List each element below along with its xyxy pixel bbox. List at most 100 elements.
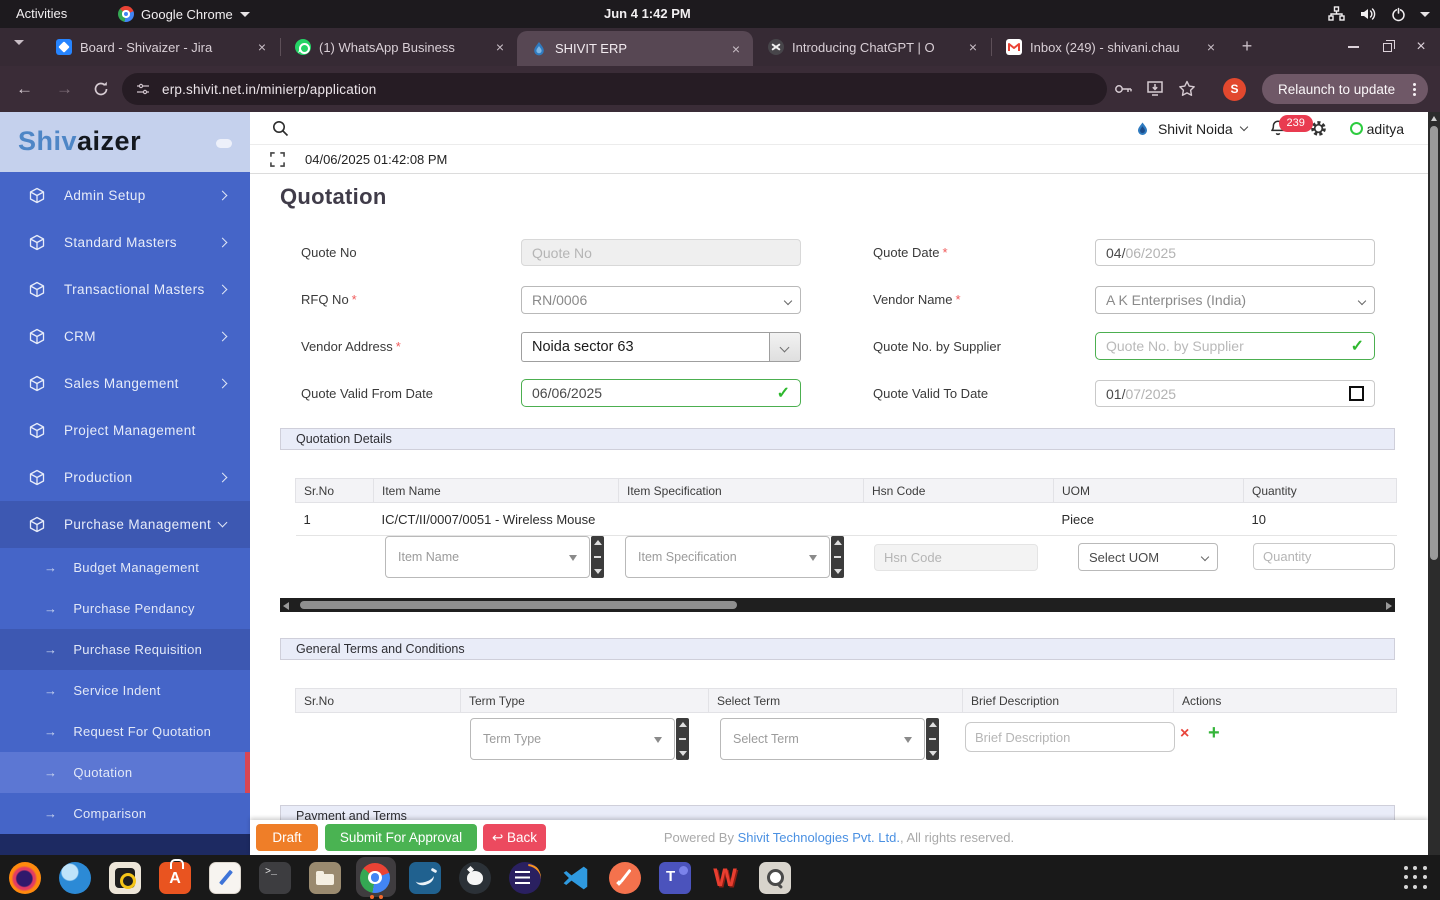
tab-shivit-erp-active[interactable]: SHIVIT ERP ×: [517, 31, 753, 66]
install-app-icon[interactable]: [1146, 80, 1164, 97]
horizontal-scrollbar[interactable]: [280, 598, 1395, 612]
taskbar-rhythmbox-icon[interactable]: [100, 855, 150, 900]
uom-select[interactable]: Select UOM: [1078, 543, 1218, 571]
taskbar-wps-office-icon[interactable]: W: [700, 855, 750, 900]
app-logo[interactable]: Shivaizer: [18, 126, 141, 157]
back-button-form[interactable]: ↩ Back: [483, 824, 546, 851]
brief-description-input[interactable]: [965, 722, 1175, 752]
sidebar-item-transactional-masters[interactable]: Transactional Masters: [0, 266, 250, 313]
search-icon[interactable]: [272, 120, 289, 137]
taskbar-teams-icon[interactable]: T: [650, 855, 700, 900]
sidebar-subitem-purchase-requisition[interactable]: → Purchase Requisition: [0, 629, 250, 670]
tab-close-icon[interactable]: ×: [1204, 39, 1218, 55]
select-term-combo[interactable]: Select Term: [720, 718, 939, 760]
forward-button[interactable]: →: [56, 66, 73, 112]
sidebar-item-standard-masters[interactable]: Standard Masters: [0, 219, 250, 266]
sidebar-subitem-comparison[interactable]: → Comparison: [0, 793, 250, 834]
browser-menu-icon[interactable]: [1413, 87, 1416, 91]
org-selector[interactable]: Shivit Noida: [1135, 120, 1248, 138]
taskbar-eclipse-icon[interactable]: [500, 855, 550, 900]
taskbar-text-editor-icon[interactable]: [200, 855, 250, 900]
taskbar-thunderbird-icon[interactable]: [50, 855, 100, 900]
scroll-up-icon[interactable]: [1430, 116, 1437, 121]
profile-avatar[interactable]: S: [1223, 78, 1246, 101]
spinner-control[interactable]: [926, 718, 939, 760]
spinner-control[interactable]: [831, 536, 844, 578]
taskbar-vscode-icon[interactable]: [550, 855, 600, 900]
password-key-icon[interactable]: [1114, 82, 1134, 96]
tab-close-icon[interactable]: ×: [966, 39, 980, 55]
sidebar-toggle[interactable]: [216, 139, 232, 148]
fullscreen-icon[interactable]: [270, 152, 285, 167]
activities-button[interactable]: Activities: [16, 0, 67, 28]
notifications-button[interactable]: 239: [1269, 115, 1313, 138]
window-close-button[interactable]: ×: [1406, 28, 1436, 66]
sidebar-item-crm[interactable]: CRM: [0, 313, 250, 360]
remove-row-icon[interactable]: ×: [1180, 725, 1189, 743]
quote-date-input[interactable]: 04/06/2025: [1095, 239, 1375, 266]
sidebar-item-purchase-management[interactable]: Purchase Management: [0, 501, 250, 548]
tab-close-icon[interactable]: ×: [255, 39, 269, 55]
bookmark-star-icon[interactable]: [1178, 80, 1196, 98]
taskbar-screenshot-icon[interactable]: [750, 855, 800, 900]
tab-jira[interactable]: Board - Shivaizer - Jira ×: [42, 28, 279, 66]
app-menu-button[interactable]: Google Chrome: [118, 0, 250, 28]
valid-to-input[interactable]: 01/07/2025: [1095, 380, 1375, 407]
term-type-combo[interactable]: Term Type: [470, 718, 689, 760]
window-minimize-button[interactable]: [1338, 28, 1368, 66]
relaunch-update-button[interactable]: Relaunch to update: [1262, 74, 1428, 104]
url-text[interactable]: erp.shivit.net.in/minierp/application: [162, 82, 377, 97]
taskbar-mysql-workbench-icon[interactable]: [400, 855, 450, 900]
taskbar-software-icon[interactable]: A: [150, 855, 200, 900]
sidebar-subitem-budget-management[interactable]: → Budget Management: [0, 547, 250, 588]
vendor-address-select[interactable]: Noida sector 63: [521, 332, 801, 362]
scrollbar-thumb[interactable]: [1430, 126, 1438, 560]
draft-button[interactable]: Draft: [256, 824, 318, 851]
item-name-combo[interactable]: Item Name: [385, 536, 604, 578]
submit-for-approval-button[interactable]: Submit For Approval: [325, 824, 477, 851]
spinner-control[interactable]: [676, 718, 689, 760]
sidebar-item-production[interactable]: Production: [0, 454, 250, 501]
taskbar-files-icon[interactable]: [300, 855, 350, 900]
sidebar-item-sales-management[interactable]: Sales Mangement: [0, 360, 250, 407]
add-row-icon[interactable]: +: [1208, 722, 1220, 745]
tab-gmail[interactable]: Inbox (249) - shivani.chau ×: [992, 28, 1228, 66]
tab-chatgpt[interactable]: Introducing ChatGPT | O ×: [754, 28, 990, 66]
taskbar-terminal-icon[interactable]: >_: [250, 855, 300, 900]
sidebar-item-project-management[interactable]: Project Management: [0, 407, 250, 454]
tab-search-chevron[interactable]: [14, 40, 24, 63]
window-restore-button[interactable]: [1372, 28, 1402, 66]
item-spec-combo[interactable]: Item Specification: [625, 536, 844, 578]
taskbar-chrome-icon[interactable]: [350, 855, 400, 900]
sidebar-subitem-service-indent[interactable]: → Service Indent: [0, 670, 250, 711]
show-applications-icon[interactable]: [1404, 866, 1428, 890]
tab-close-icon[interactable]: ×: [493, 39, 507, 55]
back-button[interactable]: ←: [16, 66, 33, 112]
tab-whatsapp[interactable]: (1) WhatsApp Business ×: [281, 28, 517, 66]
site-settings-icon[interactable]: [136, 82, 150, 96]
tab-close-icon[interactable]: ×: [729, 41, 743, 57]
date-picker-checkbox-icon[interactable]: [1349, 386, 1364, 401]
shivit-link[interactable]: Shivit Technologies Pvt. Ltd.: [738, 830, 900, 845]
quote-no-input[interactable]: [521, 239, 801, 266]
rfq-no-select[interactable]: RN/0006: [521, 286, 801, 314]
dropdown-button[interactable]: [769, 332, 801, 362]
system-tray[interactable]: [1328, 0, 1430, 28]
address-bar[interactable]: erp.shivit.net.in/minierp/application: [122, 73, 1107, 105]
sidebar-item-admin-setup[interactable]: Admin Setup: [0, 172, 250, 219]
valid-from-input[interactable]: 06/06/2025 ✓: [521, 379, 801, 407]
spinner-control[interactable]: [591, 536, 604, 578]
taskbar-firefox-icon[interactable]: [0, 855, 50, 900]
system-clock[interactable]: Jun 4 1:42 PM: [604, 0, 691, 28]
vertical-scrollbar[interactable]: [1428, 112, 1440, 855]
quantity-input[interactable]: [1253, 543, 1395, 570]
reload-button[interactable]: [92, 80, 110, 98]
scrollbar-thumb[interactable]: [300, 601, 737, 609]
supplier-quote-input[interactable]: Quote No. by Supplier ✓: [1095, 332, 1375, 360]
sidebar-subitem-request-for-quotation[interactable]: → Request For Quotation: [0, 711, 250, 752]
new-tab-button[interactable]: +: [1236, 36, 1258, 58]
vendor-name-select[interactable]: A K Enterprises (India): [1095, 286, 1375, 314]
scroll-right-icon[interactable]: [1386, 601, 1392, 610]
taskbar-pen-tool-icon[interactable]: [600, 855, 650, 900]
user-menu[interactable]: aditya: [1349, 121, 1404, 137]
